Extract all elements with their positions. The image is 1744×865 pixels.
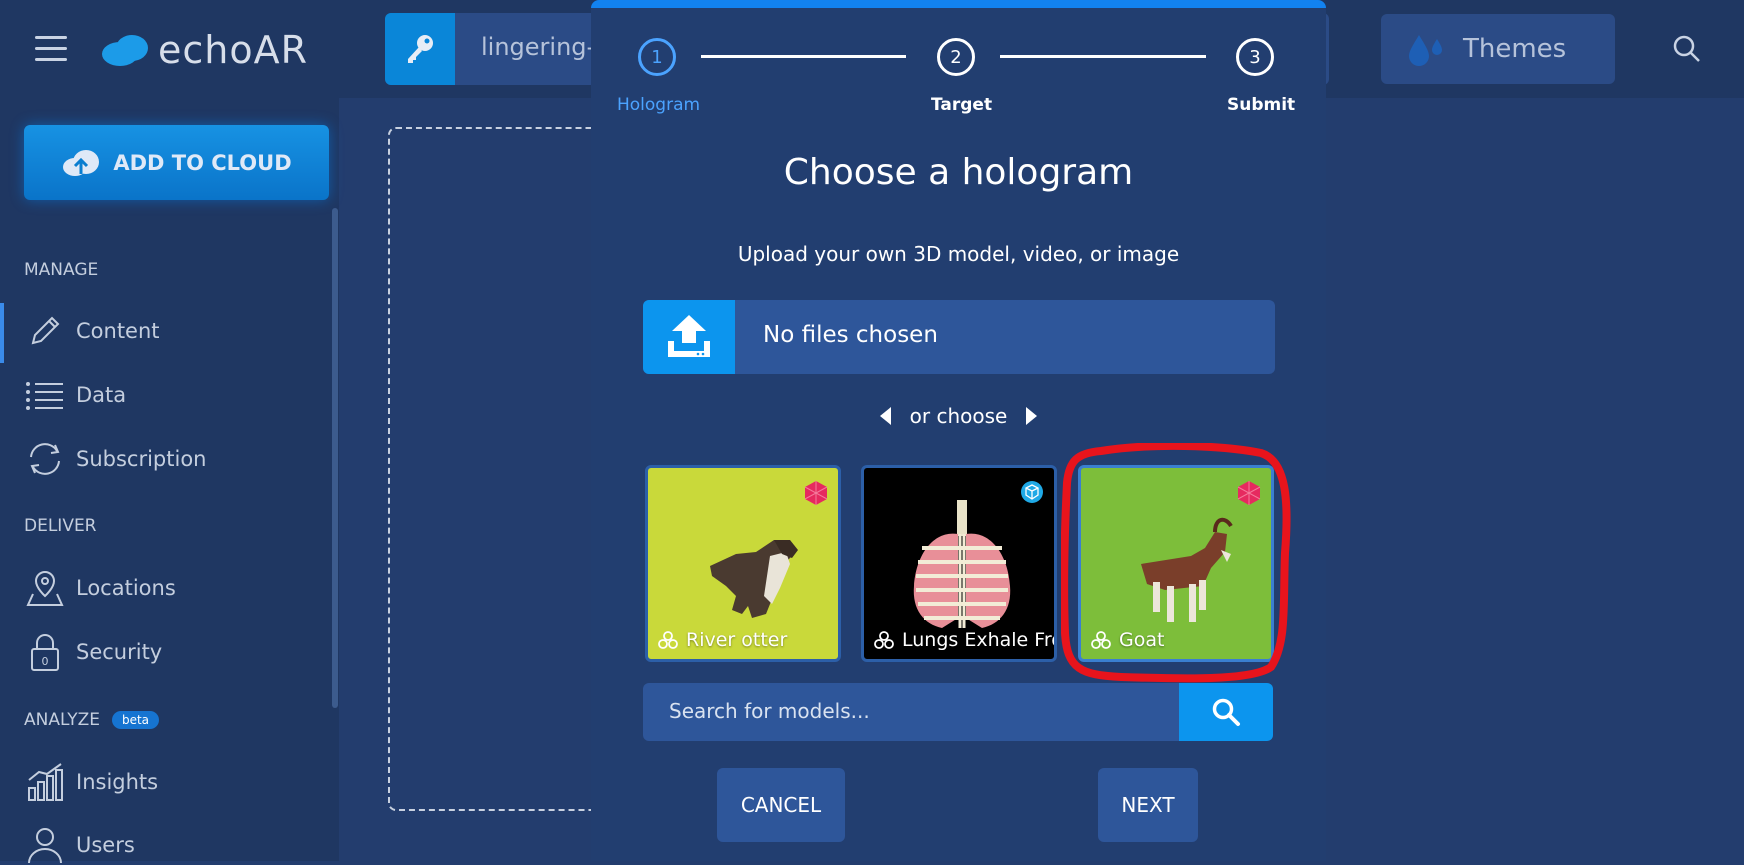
file-upload-button[interactable]: No files chosen (643, 300, 1275, 374)
model-card-name: Lungs Exhale Fro (902, 629, 1057, 651)
upload-icon (643, 300, 735, 374)
sidebar-item-label: Subscription (76, 447, 207, 471)
cancel-button[interactable]: CANCEL (717, 768, 845, 842)
logo-text: echoAR (158, 28, 309, 72)
red-highlight-annotation (1061, 443, 1291, 683)
step-1-label: Hologram (617, 95, 701, 115)
logo[interactable]: echoAR (100, 28, 308, 72)
active-indicator (0, 303, 4, 363)
cloud-logo-icon (102, 35, 148, 66)
section-deliver: DELIVER (24, 516, 97, 536)
model-search-input[interactable]: Search for models... (643, 683, 1273, 741)
search-icon[interactable] (1672, 34, 1702, 64)
sidebar-item-label: Security (76, 640, 163, 664)
next-arrow-icon[interactable] (1025, 406, 1039, 426)
list-icon (24, 376, 66, 414)
step-3-label: Submit (1227, 95, 1296, 115)
next-button[interactable]: NEXT (1098, 768, 1198, 842)
model-card-lungs[interactable]: Lungs Exhale Fro (861, 465, 1057, 662)
sidebar-item-data[interactable]: Data (24, 376, 126, 414)
upload-status: No files chosen (763, 322, 938, 348)
sidebar-item-users[interactable]: Users (24, 826, 135, 864)
themes-button[interactable]: Themes (1381, 14, 1615, 84)
section-analyze: ANALYZE beta (24, 710, 160, 730)
sidebar-item-label: Data (76, 383, 127, 407)
step-2-label: Target (931, 95, 993, 115)
droplets-icon (1409, 35, 1442, 66)
search-icon (1212, 698, 1240, 726)
bar-chart-icon (24, 763, 66, 801)
step-3-circle[interactable]: 3 (1236, 38, 1274, 76)
sidebar-item-label: Locations (76, 576, 176, 600)
key-icon (385, 13, 455, 85)
model-card-river-otter[interactable]: River otter (645, 465, 841, 662)
sidebar-item-insights[interactable]: Insights (24, 763, 158, 801)
section-analyze-label: ANALYZE (24, 710, 100, 730)
sidebar-item-subscription[interactable]: Subscription (24, 440, 206, 478)
step-2-circle[interactable]: 2 (937, 38, 975, 76)
search-placeholder: Search for models... (669, 699, 870, 723)
step-connector (701, 55, 906, 58)
search-button[interactable] (1179, 683, 1273, 741)
svg-text:0: 0 (42, 655, 49, 668)
sidebar-item-label: Users (76, 833, 135, 857)
cube-icon (1020, 480, 1044, 508)
section-manage: MANAGE (24, 260, 99, 280)
hamburger-menu-icon[interactable] (35, 36, 67, 62)
lock-icon: 0 (24, 633, 66, 671)
sidebar-item-locations[interactable]: Locations (24, 569, 176, 607)
sidebar-item-security[interactable]: 0 Security (24, 633, 162, 671)
sidebar-item-label: Content (76, 319, 160, 343)
model-type-icon (658, 631, 678, 649)
or-choose-label: or choose (909, 404, 1008, 428)
pencil-icon (24, 312, 66, 350)
modal-accent-bar (591, 0, 1326, 8)
cloud-upload-icon (63, 149, 100, 176)
sidebar-item-label: Insights (76, 770, 159, 794)
add-to-cloud-label: ADD TO CLOUD (113, 150, 292, 175)
modal-subtitle: Upload your own 3D model, video, or imag… (737, 242, 1180, 266)
model-chooser-nav: or choose (591, 404, 1326, 428)
sidebar-item-content[interactable]: Content (24, 312, 160, 350)
sidebar: ADD TO CLOUD MANAGE Content Data Subscri… (0, 98, 339, 864)
themes-label: Themes (1463, 34, 1567, 64)
step-connector (1000, 55, 1206, 58)
modal-title: Choose a hologram (783, 152, 1134, 193)
prev-arrow-icon[interactable] (878, 406, 892, 426)
model-card-name: River otter (686, 629, 788, 651)
sidebar-scrollbar[interactable] (332, 208, 338, 708)
add-to-cloud-button[interactable]: ADD TO CLOUD (24, 125, 329, 200)
model-type-icon (874, 631, 894, 649)
gem-icon (804, 480, 828, 510)
beta-badge: beta (111, 711, 160, 729)
user-icon (24, 826, 66, 864)
step-1-circle[interactable]: 1 (638, 38, 676, 76)
refresh-icon (24, 440, 66, 478)
choose-hologram-modal: 1 2 3 Hologram Target Submit Choose a ho… (591, 0, 1326, 861)
map-pin-icon (24, 569, 66, 607)
